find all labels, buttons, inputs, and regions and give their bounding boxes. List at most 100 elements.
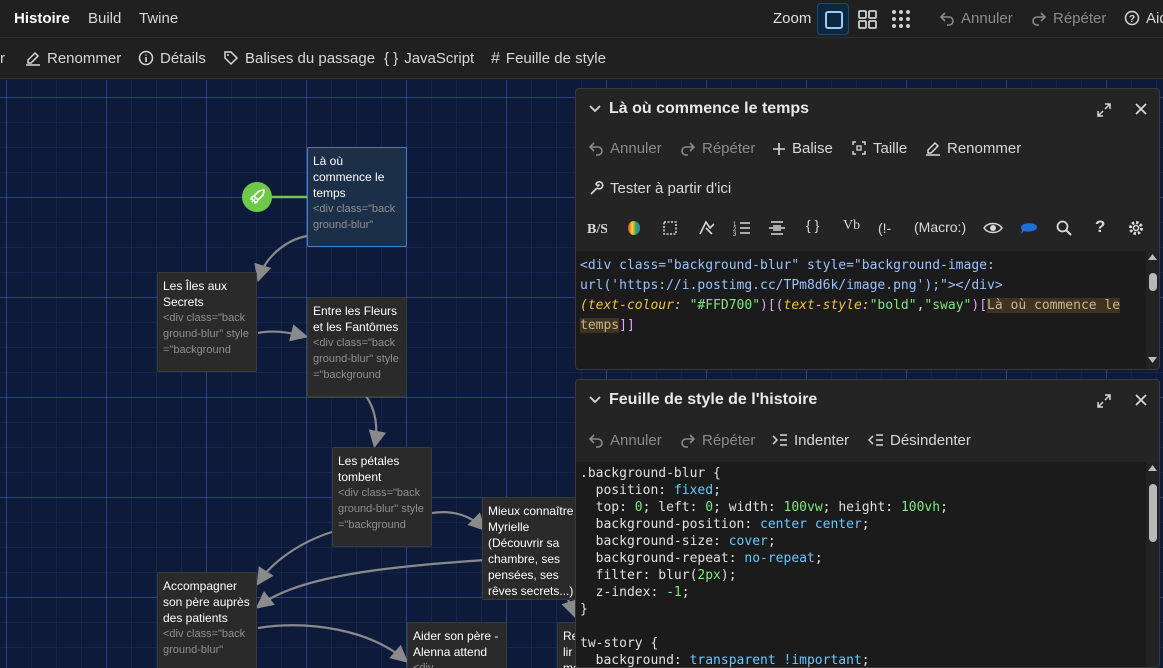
code-bracket: ]]: [619, 318, 635, 333]
test-label: Tester à partir d'ici: [610, 180, 732, 197]
list-icon[interactable]: 123: [733, 219, 751, 237]
tab-twine[interactable]: Twine: [139, 0, 178, 38]
grid-9-icon: [892, 10, 910, 28]
size-label: Taille: [873, 140, 908, 157]
scroll-thumb[interactable]: [1149, 273, 1157, 291]
code-token: tw-story {: [580, 636, 659, 651]
passage-tags-button[interactable]: Balises du passage: [223, 38, 375, 79]
passage-card[interactable]: Mieux connaître Myrielle (Découvrir sa c…: [482, 497, 582, 600]
details-button[interactable]: Détails: [138, 38, 206, 79]
test-from-here-button[interactable]: Tester à partir d'ici: [588, 172, 731, 206]
passage-card[interactable]: Les pétales tombent <div class="backgrou…: [332, 447, 432, 547]
zoom-30-button[interactable]: [885, 3, 917, 35]
rename-story-button[interactable]: Renommer: [25, 38, 121, 79]
if-macro-icon[interactable]: (!-: [877, 218, 899, 238]
outdent-icon: [867, 434, 883, 446]
code-token-key: );: [720, 568, 737, 583]
tab-build[interactable]: Build: [88, 0, 121, 38]
javascript-button[interactable]: { } JavaScript: [384, 38, 474, 79]
indent-button[interactable]: Indenter: [772, 424, 849, 458]
rename-passage-button[interactable]: Renommer: [925, 132, 1021, 166]
chevron-down-icon[interactable]: [588, 102, 602, 116]
chevron-down-icon[interactable]: [588, 393, 602, 407]
dialog-header: Feuille de style de l'histoire: [576, 380, 1159, 420]
code-line: }: [580, 601, 1144, 618]
zoom-label: Zoom: [773, 10, 812, 27]
close-icon[interactable]: [1134, 102, 1148, 116]
undo-button[interactable]: Annuler: [588, 424, 662, 458]
macro-menu-button[interactable]: (Macro:): [914, 219, 966, 235]
outdent-button[interactable]: Désindenter: [867, 424, 971, 458]
passage-title: Là où commence le temps: [313, 154, 385, 200]
scroll-thumb[interactable]: [1149, 484, 1157, 542]
scrollbar[interactable]: [1146, 462, 1159, 667]
twine-editor: Histoire Build Twine Zoom Annuler Répéte…: [0, 0, 1163, 668]
redo-icon: [1032, 12, 1047, 26]
strikethrough-bold-icon[interactable]: B/S: [585, 218, 607, 238]
comment-icon[interactable]: [1019, 219, 1039, 237]
passage-code-editor[interactable]: <div class="background-blur" style="back…: [576, 251, 1148, 369]
zoom-60-button[interactable]: [851, 3, 883, 35]
passage-card[interactable]: Accompagner son père auprès des patients…: [157, 572, 257, 668]
resize-icon: [852, 141, 866, 155]
stylesheet-button[interactable]: # Feuille de style: [491, 38, 606, 79]
outdent-label: Désindenter: [890, 432, 971, 449]
passage-card[interactable]: Aider son père - Alenna attend <div: [407, 622, 507, 668]
code-macro: (text-colour:: [580, 298, 682, 313]
align-icon[interactable]: [768, 219, 786, 237]
maximize-icon[interactable]: [1096, 393, 1112, 409]
variable-icon[interactable]: Vb: [843, 218, 860, 234]
scrollbar[interactable]: [1146, 251, 1159, 369]
add-tag-button[interactable]: Balise: [772, 132, 833, 166]
redo-button[interactable]: Répéter: [1031, 0, 1106, 38]
code-token-num: 100vw: [783, 500, 823, 515]
code-token-key: ; left:: [642, 500, 706, 515]
zoom-100-button[interactable]: [817, 3, 849, 35]
code-token-val: no-repeat: [744, 551, 815, 566]
plus-icon: [773, 143, 785, 155]
maximize-icon[interactable]: [1096, 102, 1112, 118]
passage-card[interactable]: Entre les Fleurs et les Fantômes <div cl…: [307, 297, 407, 397]
size-button[interactable]: Taille: [851, 132, 907, 166]
eye-icon[interactable]: [983, 219, 1003, 237]
redo-button[interactable]: Répéter: [680, 132, 755, 166]
undo-button[interactable]: Annuler: [939, 0, 1013, 38]
code-line: tw-story {: [580, 635, 1144, 652]
help-label: Aide: [1146, 10, 1163, 27]
passage-title: Entre les Fleurs et les Fantômes: [313, 304, 399, 334]
scroll-up-icon[interactable]: [1148, 254, 1157, 260]
help-icon[interactable]: ?: [1095, 217, 1105, 237]
code-line: background-size: cover;: [580, 533, 1144, 550]
help-button[interactable]: ? Aide: [1124, 0, 1163, 38]
close-icon[interactable]: [1134, 393, 1148, 407]
stylesheet-code-editor[interactable]: .background-blur { position: fixed; top:…: [576, 462, 1148, 668]
top-bar: Histoire Build Twine Zoom Annuler Répéte…: [0, 0, 1163, 38]
code-line: top: 0; left: 0; width: 100vw; height: 1…: [580, 499, 1144, 516]
passage-card[interactable]: Les Îles aux Secrets <div class="backgro…: [157, 272, 257, 372]
tab-histoire[interactable]: Histoire: [14, 0, 70, 38]
colour-icon[interactable]: [625, 219, 643, 237]
passage-card[interactable]: Là où commence le temps <div class="back…: [307, 147, 407, 247]
scroll-up-icon[interactable]: [1148, 465, 1157, 471]
dialog-title: Là où commence le temps: [609, 100, 810, 117]
scroll-down-icon[interactable]: [1148, 357, 1157, 363]
code-line: background: transparent !important;: [580, 652, 1144, 668]
code-token-key: ;: [713, 483, 721, 498]
passage-tags-label: Balises du passage: [245, 50, 376, 67]
gear-icon[interactable]: [1127, 219, 1145, 237]
undo-label: Annuler: [610, 432, 662, 449]
special-text-icon[interactable]: [697, 219, 717, 237]
border-icon[interactable]: [661, 219, 679, 237]
cut-off-item[interactable]: r: [0, 38, 5, 79]
code-token-val: transparent !important: [689, 653, 862, 668]
code-bracket: )[(: [760, 298, 784, 313]
details-label: Détails: [160, 50, 206, 67]
undo-label: Annuler: [610, 140, 662, 157]
svg-text:B/S: B/S: [587, 222, 607, 237]
search-icon[interactable]: [1055, 219, 1073, 237]
undo-button[interactable]: Annuler: [588, 132, 662, 166]
collapse-braces-icon[interactable]: { }: [806, 217, 819, 233]
redo-button[interactable]: Répéter: [680, 424, 755, 458]
grid-4-icon: [858, 10, 877, 29]
